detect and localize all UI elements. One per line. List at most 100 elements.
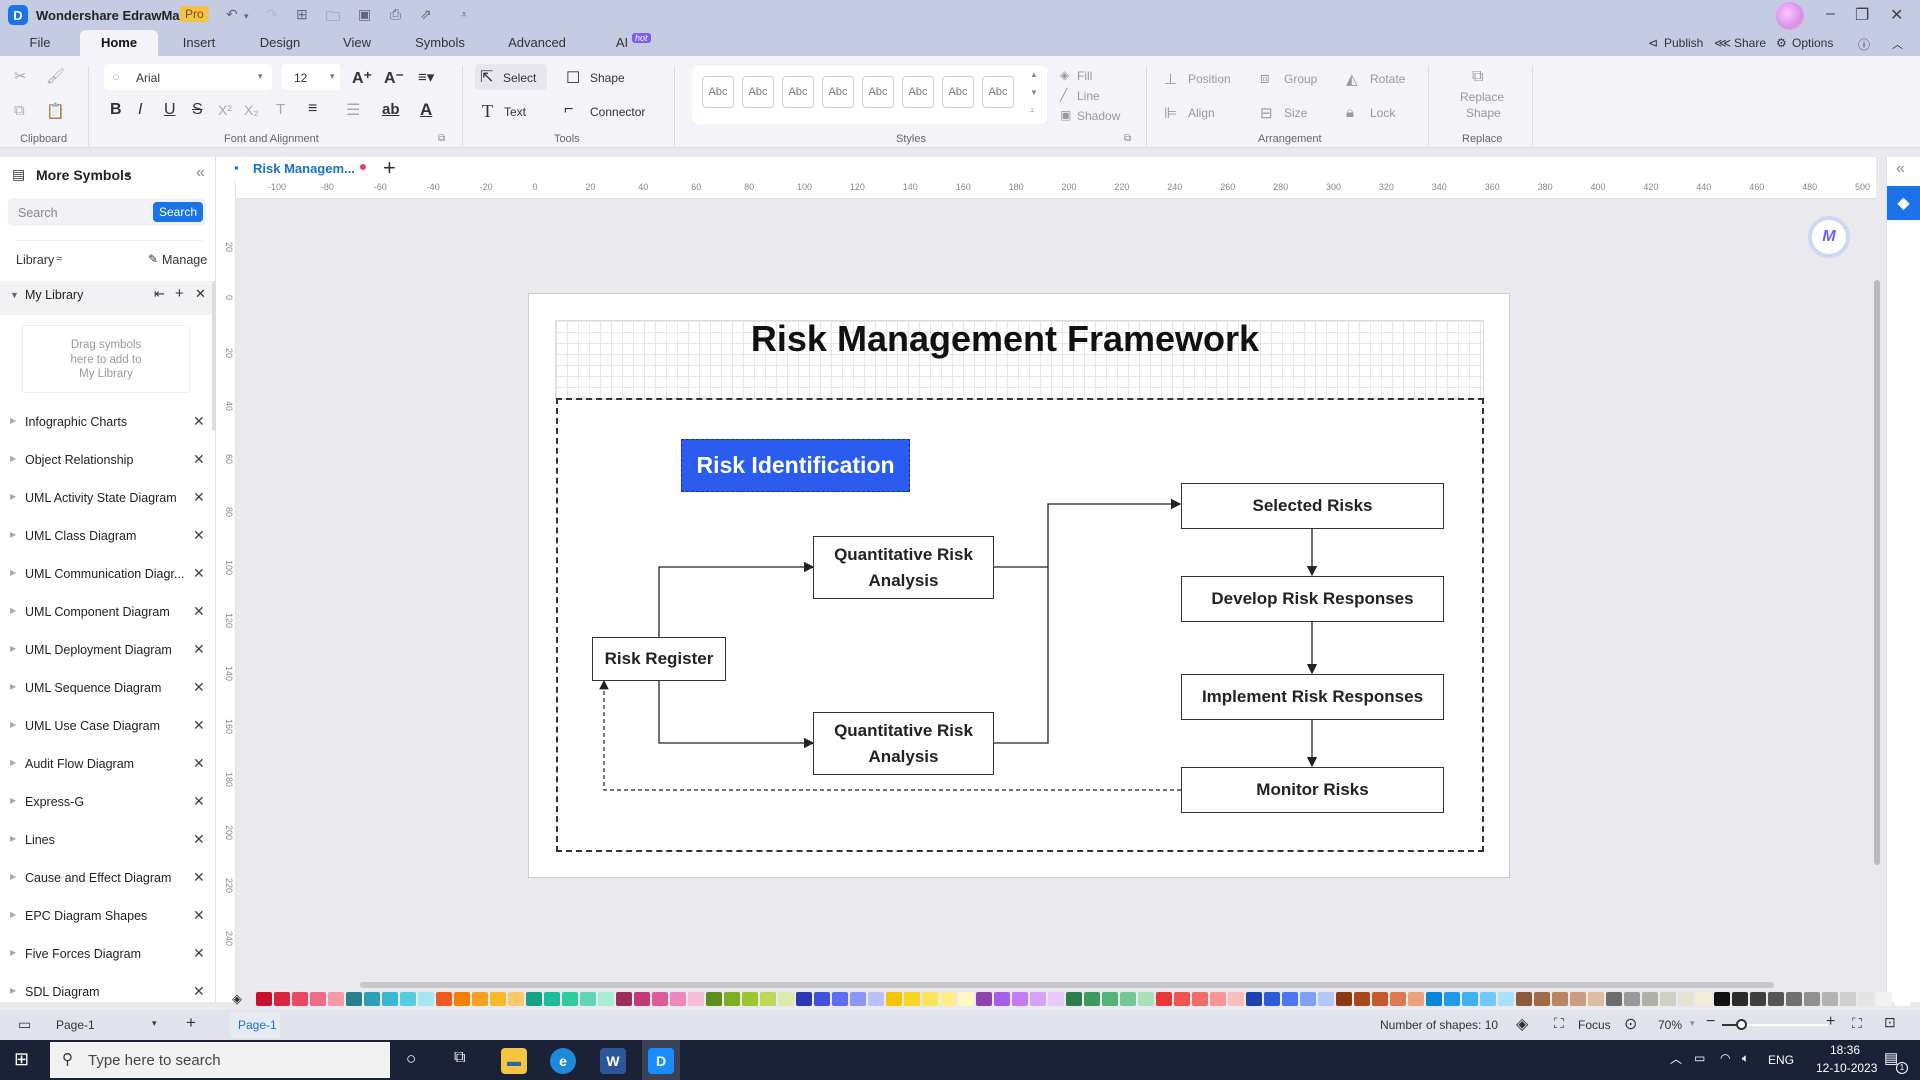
color-swatch[interactable] <box>1408 992 1424 1006</box>
clock-date[interactable]: 12-10-2023 <box>1816 1061 1877 1075</box>
collapse-panel-icon[interactable]: « <box>196 164 205 182</box>
color-swatch[interactable] <box>1894 992 1910 1006</box>
cut-icon[interactable]: ✂ <box>14 67 27 85</box>
close-icon[interactable]: ✕ <box>193 831 205 848</box>
group-button[interactable]: Group <box>1284 72 1317 86</box>
color-swatch[interactable] <box>346 992 362 1006</box>
position-button[interactable]: Position <box>1188 72 1231 86</box>
selected-risks-node[interactable]: Selected Risks <box>1181 483 1444 529</box>
library-category-item[interactable]: ▶ Express-G ✕ <box>0 793 210 813</box>
color-swatch[interactable] <box>688 992 704 1006</box>
new-tab-button[interactable]: + <box>383 155 396 181</box>
line-spacing-button[interactable]: ≡ <box>308 100 317 118</box>
tab-view[interactable]: View <box>336 30 378 56</box>
zoom-in-button[interactable]: + <box>1826 1013 1835 1031</box>
library-category-item[interactable]: ▶ Five Forces Diagram ✕ <box>0 945 210 965</box>
close-icon[interactable]: ✕ <box>193 869 205 886</box>
format-painter-icon[interactable]: 🖌 <box>46 67 65 85</box>
color-swatch[interactable] <box>1858 992 1874 1006</box>
collapse-library-icon[interactable]: ≈ <box>56 253 62 265</box>
options-button[interactable]: Options <box>1792 36 1833 50</box>
fill-picker-icon[interactable]: ◈ <box>232 991 242 1007</box>
library-category-item[interactable]: ▶ UML Activity State Diagram ✕ <box>0 489 210 509</box>
color-swatch[interactable] <box>886 992 902 1006</box>
color-swatch[interactable] <box>292 992 308 1006</box>
tab-ai[interactable]: AI <box>612 30 632 56</box>
color-swatch[interactable] <box>904 992 920 1006</box>
color-swatch[interactable] <box>724 992 740 1006</box>
close-icon[interactable]: ✕ <box>195 286 206 302</box>
library-category-item[interactable]: ▶ UML Component Diagram ✕ <box>0 603 210 623</box>
page-list-icon[interactable]: ▭ <box>18 1016 31 1033</box>
color-swatch[interactable] <box>670 992 686 1006</box>
color-swatch[interactable] <box>1246 992 1262 1006</box>
subscript-button[interactable]: X₂ <box>244 102 259 118</box>
underline-button[interactable]: U <box>164 101 176 119</box>
color-swatch[interactable] <box>526 992 542 1006</box>
library-category-item[interactable]: ▶ Object Relationship ✕ <box>0 451 210 471</box>
manage-button[interactable]: Manage <box>162 253 207 267</box>
gallery-up-icon[interactable]: ▲ <box>1030 70 1038 79</box>
risk-identification-node[interactable]: Risk Identification <box>681 439 910 492</box>
styles-settings-icon[interactable]: ⧉ <box>1124 133 1131 144</box>
color-swatch[interactable] <box>1030 992 1046 1006</box>
zoom-slider-handle[interactable] <box>1736 1019 1747 1030</box>
style-swatch[interactable]: Abc <box>822 76 854 108</box>
color-swatch[interactable] <box>1678 992 1694 1006</box>
color-swatch[interactable] <box>598 992 614 1006</box>
close-icon[interactable]: ✕ <box>193 489 205 506</box>
volume-icon[interactable]: 🔈︎ <box>1742 1051 1749 1066</box>
text-tool-button[interactable]: Text <box>504 105 526 119</box>
import-icon[interactable]: ⇤ <box>154 286 165 302</box>
color-swatch[interactable] <box>1444 992 1460 1006</box>
color-swatch[interactable] <box>508 992 524 1006</box>
restore-icon[interactable]: ❐ <box>1855 5 1869 25</box>
library-category-item[interactable]: ▶ UML Use Case Diagram ✕ <box>0 717 210 737</box>
increase-font-icon[interactable]: A⁺ <box>352 68 372 88</box>
color-swatch[interactable] <box>1336 992 1352 1006</box>
close-icon[interactable]: ✕ <box>193 527 205 544</box>
close-icon[interactable]: ✕ <box>193 717 205 734</box>
layers-icon[interactable]: ◈ <box>1516 1014 1528 1034</box>
color-swatch[interactable] <box>1390 992 1406 1006</box>
close-icon[interactable]: ✕ <box>193 565 205 582</box>
quantitative-risk-analysis-node-top[interactable]: Quantitative Risk Analysis <box>813 536 994 599</box>
color-swatch[interactable] <box>742 992 758 1006</box>
close-icon[interactable]: ✕ <box>193 945 205 962</box>
focus-button[interactable]: Focus <box>1578 1018 1611 1032</box>
color-swatch[interactable] <box>958 992 974 1006</box>
cortana-icon[interactable]: ○ <box>406 1049 416 1069</box>
color-swatch[interactable] <box>1048 992 1064 1006</box>
color-swatch[interactable] <box>544 992 560 1006</box>
color-swatch[interactable] <box>1696 992 1712 1006</box>
color-swatch[interactable] <box>922 992 938 1006</box>
color-swatch[interactable] <box>652 992 668 1006</box>
color-swatch[interactable] <box>1480 992 1496 1006</box>
edge-browser-icon[interactable]: e <box>550 1048 576 1074</box>
color-swatch[interactable] <box>1876 992 1892 1006</box>
color-swatch[interactable] <box>1228 992 1244 1006</box>
color-swatch[interactable] <box>274 992 290 1006</box>
replace-shape-button[interactable]: Replace <box>1460 90 1504 104</box>
collapse-ribbon-icon[interactable]: ︿ <box>1892 36 1903 52</box>
task-view-icon[interactable]: ⧉ <box>454 1049 465 1067</box>
color-swatch[interactable] <box>1714 992 1730 1006</box>
paste-icon[interactable]: 📋 <box>46 102 65 120</box>
fill-button[interactable]: Fill <box>1077 69 1092 83</box>
monitor-risks-node[interactable]: Monitor Risks <box>1181 767 1444 813</box>
develop-risk-responses-node[interactable]: Develop Risk Responses <box>1181 576 1444 622</box>
color-swatch[interactable] <box>814 992 830 1006</box>
text-style-button[interactable]: T <box>276 101 285 118</box>
font-name-dropdown[interactable] <box>104 64 272 90</box>
close-icon[interactable]: ✕ <box>193 907 205 924</box>
color-swatch[interactable] <box>1210 992 1226 1006</box>
print-icon[interactable]: ⎙ <box>390 6 401 23</box>
close-icon[interactable]: ✕ <box>193 413 205 430</box>
color-swatch[interactable] <box>1732 992 1748 1006</box>
color-swatch[interactable] <box>1174 992 1190 1006</box>
close-icon[interactable]: ✕ <box>193 983 205 1000</box>
add-icon[interactable]: + <box>175 285 184 302</box>
search-button[interactable]: Search <box>153 202 203 222</box>
tab-design[interactable]: Design <box>250 30 310 56</box>
style-swatch[interactable]: Abc <box>862 76 894 108</box>
